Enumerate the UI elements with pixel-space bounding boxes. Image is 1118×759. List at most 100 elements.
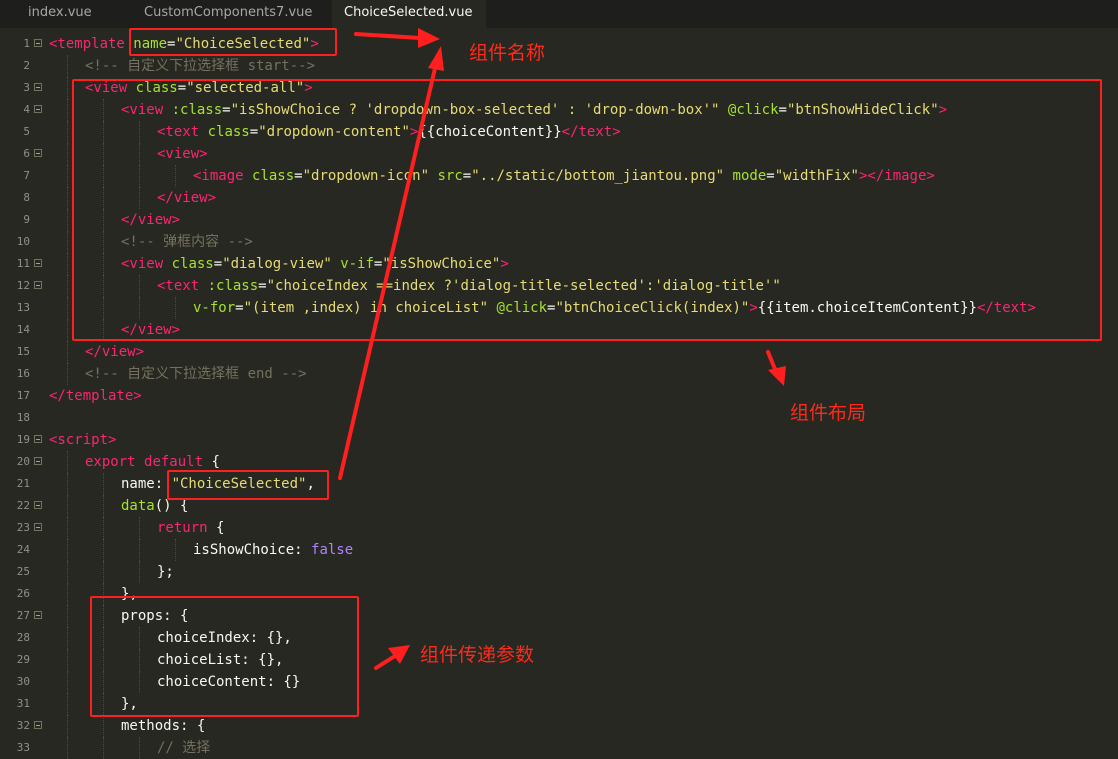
- fold-toggle-icon[interactable]: [34, 149, 42, 157]
- indent-guide: [139, 517, 140, 539]
- code-token: {: [203, 454, 220, 470]
- indent-guide: [67, 165, 68, 187]
- indent-guide: [67, 693, 68, 715]
- line-number: 6: [23, 147, 30, 160]
- fold-toggle-icon[interactable]: [34, 721, 42, 729]
- code-token: <!-- 自定义下拉选择框 end -->: [85, 366, 307, 382]
- indent-guide: [67, 363, 68, 385]
- code-token: <template: [49, 36, 125, 52]
- indent-guide: [67, 495, 68, 517]
- indent-guide: [67, 451, 68, 473]
- indent-guide: [67, 187, 68, 209]
- code-line[interactable]: 32 methods: {: [0, 715, 1118, 737]
- fold-toggle-icon[interactable]: [34, 105, 42, 113]
- line-number: 1: [23, 37, 30, 50]
- indent-guide: [103, 495, 104, 517]
- indent-guide: [67, 253, 68, 275]
- code-line[interactable]: 23 return {: [0, 517, 1118, 539]
- indent-guide: [139, 737, 140, 759]
- line-number: 24: [16, 543, 30, 556]
- code-line[interactable]: 33 // 选择: [0, 737, 1118, 759]
- indent-guide: [67, 715, 68, 737]
- fold-toggle-icon[interactable]: [34, 39, 42, 47]
- indent-guide: [67, 77, 68, 99]
- code-text: <!-- 自定义下拉选择框 end -->: [85, 363, 307, 385]
- code-token: };: [157, 564, 174, 580]
- code-line[interactable]: 19 <script>: [0, 429, 1118, 451]
- fold-toggle-icon[interactable]: [34, 501, 42, 509]
- fold-toggle-icon[interactable]: [34, 457, 42, 465]
- code-text: return {: [157, 517, 224, 539]
- line-number: 21: [16, 477, 30, 490]
- indent-guide: [103, 561, 104, 583]
- fold-toggle-icon[interactable]: [34, 281, 42, 289]
- code-token: </template>: [49, 388, 142, 404]
- line-number: 20: [16, 455, 30, 468]
- code-token: name:: [121, 476, 172, 492]
- indent-guide: [67, 605, 68, 627]
- indent-guide: [67, 99, 68, 121]
- indent-guide: [103, 715, 104, 737]
- tab-index-vue[interactable]: index.vue: [0, 0, 132, 28]
- fold-toggle-icon[interactable]: [34, 259, 42, 267]
- line-number: 16: [16, 367, 30, 380]
- indent-guide: [67, 297, 68, 319]
- line-number: 11: [16, 257, 30, 270]
- line-number: 25: [16, 565, 30, 578]
- tab-custom-components7-vue[interactable]: CustomComponents7.vue: [116, 0, 330, 28]
- indent-guide: [139, 561, 140, 583]
- indent-guide: [67, 561, 68, 583]
- line-number: 19: [16, 433, 30, 446]
- annotation-component-layout: 组件布局: [790, 402, 867, 424]
- indent-guide: [67, 627, 68, 649]
- code-text: <!-- 自定义下拉选择框 start-->: [85, 55, 315, 77]
- line-number: 31: [16, 697, 30, 710]
- line-number: 12: [16, 279, 30, 292]
- code-line[interactable]: 25};: [0, 561, 1118, 583]
- indent-guide: [139, 539, 140, 561]
- annotation-box-layout: [72, 79, 1102, 341]
- line-number: 26: [16, 587, 30, 600]
- code-text: };: [157, 561, 174, 583]
- indent-guide: [67, 319, 68, 341]
- code-token: </view>: [85, 344, 145, 360]
- tab-choice-selected-vue[interactable]: ChoiceSelected.vue: [332, 0, 486, 28]
- line-number: 4: [23, 103, 30, 116]
- indent-guide: [67, 275, 68, 297]
- code-token: isShowChoice:: [193, 542, 312, 558]
- line-number: 32: [16, 719, 30, 732]
- indent-guide: [103, 539, 104, 561]
- code-line[interactable]: 15 </view>: [0, 341, 1118, 363]
- indent-guide: [67, 737, 68, 759]
- line-number: 29: [16, 653, 30, 666]
- line-number: 7: [23, 169, 30, 182]
- code-line[interactable]: 18: [0, 407, 1118, 429]
- indent-guide: [67, 55, 68, 77]
- line-number: 30: [16, 675, 30, 688]
- code-token: export: [85, 454, 136, 470]
- code-text: // 选择: [157, 737, 210, 759]
- line-number: 18: [16, 411, 30, 424]
- indent-guide: [67, 143, 68, 165]
- fold-toggle-icon[interactable]: [34, 435, 42, 443]
- fold-toggle-icon[interactable]: [34, 523, 42, 531]
- code-text: <script>: [49, 429, 116, 451]
- indent-guide: [175, 539, 176, 561]
- line-number: 33: [16, 741, 30, 754]
- code-line[interactable]: 16 <!-- 自定义下拉选择框 end -->: [0, 363, 1118, 385]
- line-number: 14: [16, 323, 30, 336]
- indent-guide: [67, 121, 68, 143]
- code-line[interactable]: 2 <!-- 自定义下拉选择框 start-->: [0, 55, 1118, 77]
- fold-toggle-icon[interactable]: [34, 83, 42, 91]
- code-line[interactable]: 17 </template>: [0, 385, 1118, 407]
- indent-guide: [103, 517, 104, 539]
- indent-guide: [67, 341, 68, 363]
- code-line[interactable]: 24 isShowChoice: false: [0, 539, 1118, 561]
- tab-bar: index.vue CustomComponents7.vue ChoiceSe…: [0, 0, 1118, 28]
- code-text: </view>: [85, 341, 144, 363]
- fold-toggle-icon[interactable]: [34, 611, 42, 619]
- indent-guide: [103, 737, 104, 759]
- code-token: false: [311, 542, 354, 558]
- code-token: <script>: [49, 432, 117, 448]
